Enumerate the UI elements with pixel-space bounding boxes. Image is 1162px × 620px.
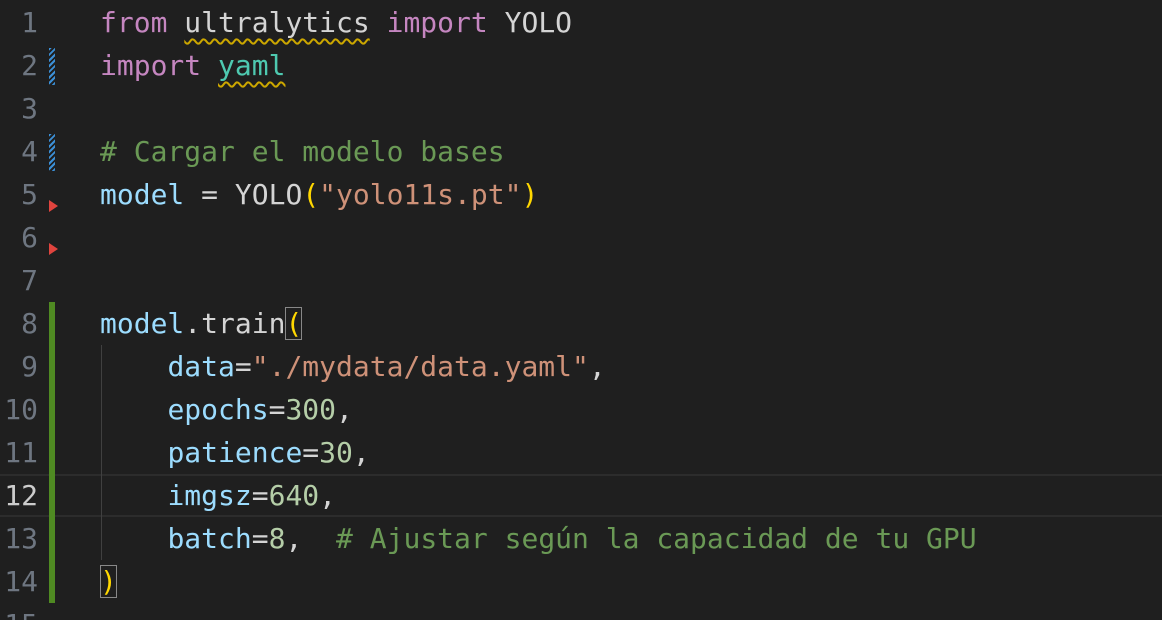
line-number: 12 [4, 479, 38, 512]
code-text[interactable]: import yaml [100, 44, 285, 87]
gutter-modified-marker[interactable] [49, 48, 55, 85]
code-token: 30 [319, 436, 353, 469]
gutter-added-marker[interactable] [49, 302, 55, 603]
code-token: , [285, 522, 337, 555]
code-token: , [588, 350, 606, 383]
code-token: yaml [218, 49, 286, 82]
code-line-8[interactable]: 8 model.train( [0, 302, 1162, 345]
code-line-6[interactable]: 6 [0, 216, 1162, 259]
line-number: 3 [21, 92, 38, 125]
code-line-14[interactable]: 14) [0, 560, 1162, 603]
line-number: 7 [21, 264, 38, 297]
code-token: = [302, 436, 320, 469]
gutter-deleted-marker[interactable] [49, 243, 58, 255]
code-token: import [100, 49, 202, 82]
gutter-deleted-marker[interactable] [49, 200, 58, 212]
code-token: = [251, 522, 269, 555]
code-token: model [100, 178, 185, 211]
line-number: 5 [21, 178, 38, 211]
line-number: 6 [21, 221, 38, 254]
code-token: # Ajustar según la capacidad de tu GPU [336, 522, 977, 555]
code-token: "./mydata/data.yaml" [251, 350, 589, 383]
code-token: ) [521, 178, 539, 211]
code-token: data [167, 350, 235, 383]
code-token: , [352, 436, 370, 469]
code-line-12[interactable]: 12 imgsz=640, [0, 474, 1162, 517]
code-token: imgsz [167, 479, 252, 512]
code-line-5[interactable]: 5 model = YOLO("yolo11s.pt") [0, 173, 1162, 216]
code-token: epochs [167, 393, 269, 426]
line-number: 8 [21, 307, 38, 340]
code-token: YOLO [234, 178, 303, 211]
line-number: 4 [21, 135, 38, 168]
code-text[interactable]: model.train( [100, 302, 303, 345]
code-token: from [100, 6, 168, 39]
code-token: import [386, 6, 488, 39]
code-token: = [184, 178, 235, 211]
code-line-7[interactable]: 7 [0, 259, 1162, 302]
line-number: 11 [4, 436, 38, 469]
code-line-11[interactable]: 11 patience=30, [0, 431, 1162, 474]
code-text[interactable]: from ultralytics import YOLO [100, 1, 572, 44]
code-line-4[interactable]: 4 # Cargar el modelo bases [0, 130, 1162, 173]
code-token: # Cargar el modelo bases [100, 135, 505, 168]
line-number: 2 [21, 49, 38, 82]
line-number: 10 [4, 393, 38, 426]
code-token: 8 [268, 522, 286, 555]
code-token: patience [167, 436, 303, 469]
code-token: = [234, 350, 252, 383]
line-number: 1 [21, 6, 38, 39]
line-number: 9 [21, 350, 38, 383]
code-token: "yolo11s.pt" [319, 178, 522, 211]
code-token: ( [285, 307, 303, 340]
line-number: 14 [4, 565, 38, 598]
code-token: . [184, 307, 202, 340]
code-editor[interactable]: 1 from ultralytics import YOLO 2 import yam… [0, 0, 1162, 620]
line-number: 13 [4, 522, 38, 555]
code-line-3[interactable]: 3 [0, 87, 1162, 130]
code-line-2[interactable]: 2 import yaml [0, 44, 1162, 87]
code-token: = [251, 479, 269, 512]
indent-guide [101, 345, 102, 560]
code-token: 300 [285, 393, 337, 426]
code-token: , [319, 479, 337, 512]
gutter-modified-marker[interactable] [49, 134, 55, 171]
code-line-9[interactable]: 9 data="./mydata/data.yaml", [0, 345, 1162, 388]
code-text[interactable]: imgsz=640, [100, 476, 336, 515]
code-line-15[interactable]: 15 [0, 603, 1162, 620]
code-token: train [201, 307, 286, 340]
code-token: ) [100, 565, 117, 598]
code-token: ( [302, 178, 320, 211]
code-token: = [268, 393, 286, 426]
code-text[interactable]: ) [100, 560, 117, 603]
code-text[interactable]: data="./mydata/data.yaml", [100, 345, 606, 388]
code-token: batch [167, 522, 252, 555]
code-text[interactable]: batch=8, # Ajustar según la capacidad de… [100, 517, 977, 560]
code-text[interactable]: patience=30, [100, 431, 370, 474]
code-token: YOLO [504, 6, 573, 39]
code-line-13[interactable]: 13 batch=8, # Ajustar según la capacidad… [0, 517, 1162, 560]
code-token: 640 [268, 479, 320, 512]
code-text[interactable]: model = YOLO("yolo11s.pt") [100, 173, 538, 216]
code-text[interactable]: epochs=300, [100, 388, 353, 431]
code-line-10[interactable]: 10 epochs=300, [0, 388, 1162, 431]
code-line-1[interactable]: 1 from ultralytics import YOLO [0, 1, 1162, 44]
line-number: 15 [0, 603, 38, 620]
code-token: model [100, 307, 185, 340]
code-text[interactable]: # Cargar el modelo bases [100, 130, 505, 173]
code-token: ultralytics [184, 6, 370, 39]
code-token: , [336, 393, 353, 426]
